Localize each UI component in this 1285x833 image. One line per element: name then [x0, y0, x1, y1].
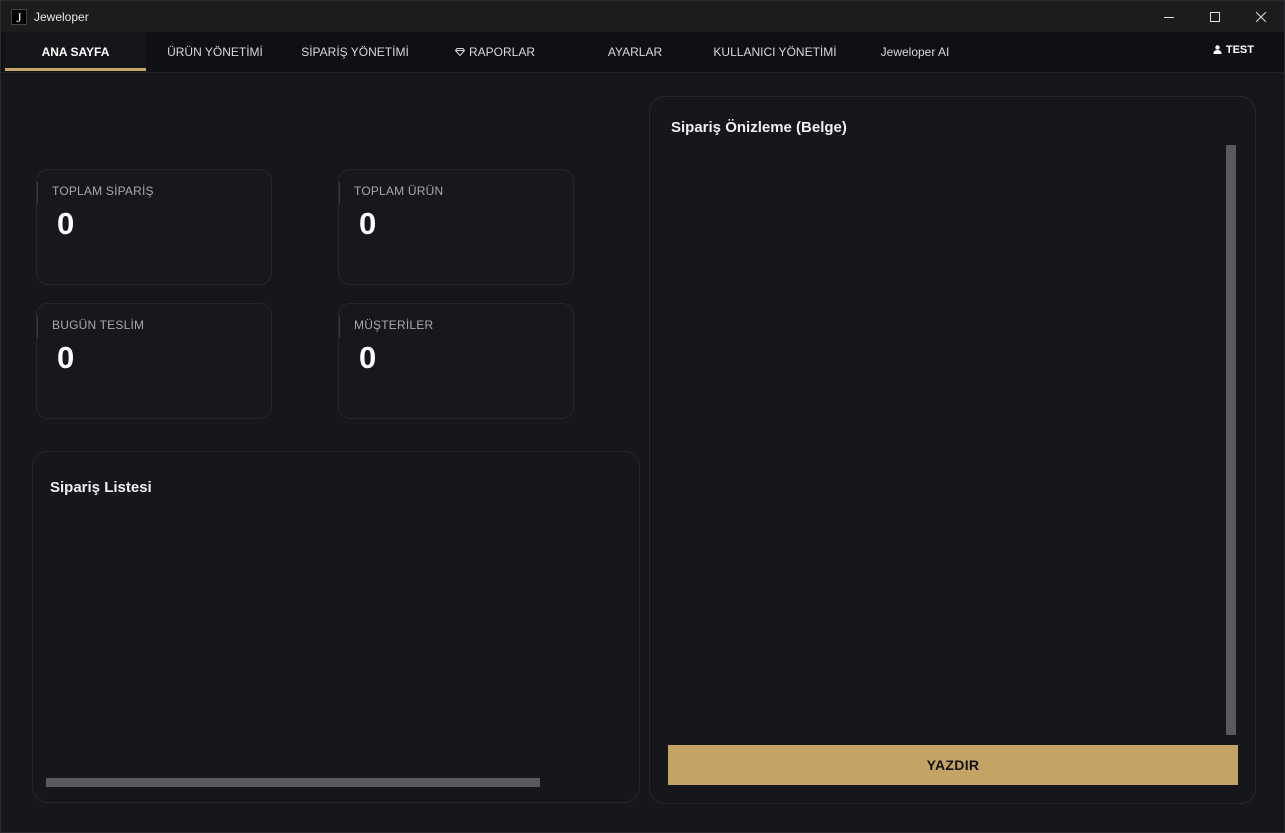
stat-label: TOPLAM ÜRÜN [354, 184, 444, 198]
minimize-button[interactable] [1146, 1, 1192, 32]
tab-ana-sayfa[interactable]: ANA SAYFA [5, 32, 146, 72]
tab-siparis-yonetimi[interactable]: SİPARİŞ YÖNETİMİ [291, 32, 419, 72]
stat-card-toplam-urun: TOPLAM ÜRÜN 0 [338, 169, 574, 285]
close-button[interactable] [1238, 1, 1284, 32]
order-list-title: Sipariş Listesi [50, 479, 152, 496]
maximize-button[interactable] [1192, 1, 1238, 32]
tab-urun-yonetimi[interactable]: ÜRÜN YÖNETİMİ [151, 32, 279, 72]
stat-card-toplam-siparis: TOPLAM SİPARİŞ 0 [36, 169, 272, 285]
order-preview-panel: Sipariş Önizleme (Belge) YAZDIR [649, 96, 1256, 804]
stat-label: MÜŞTERİLER [354, 318, 434, 332]
stat-card-musteriler: MÜŞTERİLER 0 [338, 303, 574, 419]
window-title: Jeweloper [34, 9, 89, 24]
close-icon [1256, 11, 1266, 22]
horizontal-scrollbar[interactable] [46, 778, 540, 787]
tab-raporlar-label: RAPORLAR [468, 45, 536, 59]
user-menu[interactable]: TEST [1213, 32, 1254, 68]
stat-value: 0 [359, 340, 377, 375]
app-logo-icon: J [11, 8, 27, 25]
tab-raporlar[interactable]: RAPORLAR [431, 32, 559, 72]
print-button[interactable]: YAZDIR [668, 745, 1238, 785]
user-name: TEST [1225, 44, 1254, 56]
title-bar: J Jeweloper [1, 1, 1284, 32]
tab-jeweloper-ai[interactable]: Jeweloper AI [851, 32, 979, 72]
main-nav: ANA SAYFA ÜRÜN YÖNETİMİ SİPARİŞ YÖNETİMİ… [1, 32, 1284, 73]
vertical-scrollbar[interactable] [1226, 145, 1236, 735]
minimize-icon [1164, 16, 1174, 18]
order-preview-title: Sipariş Önizleme (Belge) [671, 119, 847, 136]
stat-value: 0 [57, 340, 75, 375]
tab-kullanici-yonetimi[interactable]: KULLANICI YÖNETİMİ [707, 32, 843, 72]
order-list-panel: Sipariş Listesi [32, 451, 640, 803]
window-controls [1146, 1, 1284, 32]
maximize-icon [1210, 11, 1220, 22]
stat-label: BUGÜN TESLİM [52, 318, 145, 332]
stat-value: 0 [359, 206, 377, 241]
stat-card-bugun-teslim: BUGÜN TESLİM 0 [36, 303, 272, 419]
tab-ayarlar[interactable]: AYARLAR [571, 32, 699, 72]
app-window: J Jeweloper ANA SAYFA ÜRÜN YÖNETİMİ SİPA… [0, 0, 1285, 833]
gem-icon [454, 47, 465, 56]
stat-label: TOPLAM SİPARİŞ [52, 184, 154, 198]
user-icon [1213, 44, 1222, 54]
stat-value: 0 [57, 206, 75, 241]
